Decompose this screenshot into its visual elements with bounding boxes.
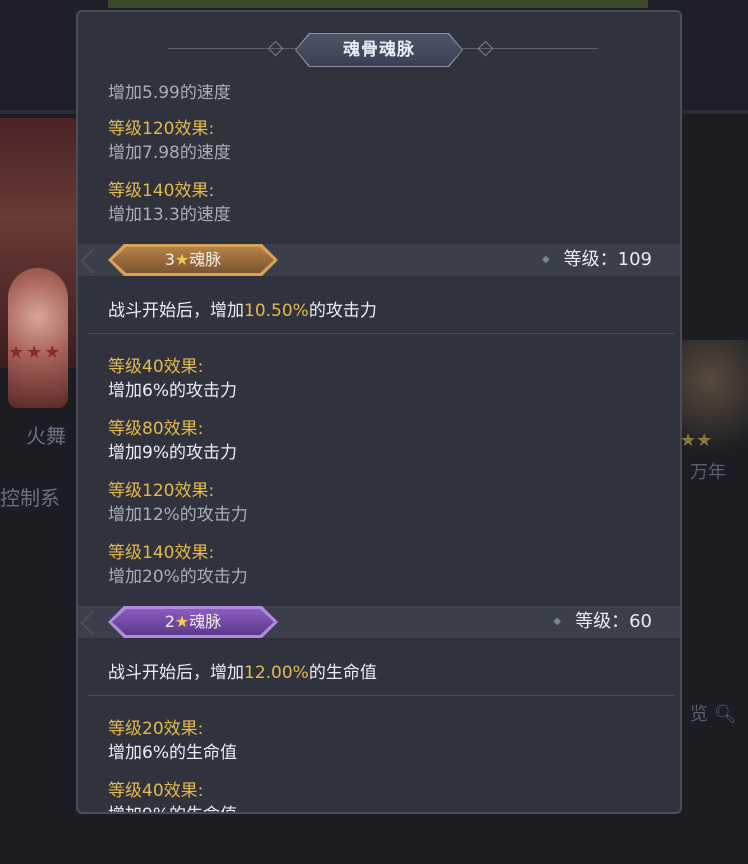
hero-portrait-image — [8, 268, 68, 408]
vein-effect-desc: 增加6%的攻击力 — [108, 381, 237, 401]
vein-level-text: 等级：109 — [563, 249, 652, 270]
soul-bone-vein-panel: 魂骨魂脉 增加5.99的速度 等级120效果: 增加7.98的速度 等级140效… — [76, 10, 682, 814]
base-effect-value: 10.50% — [244, 301, 309, 321]
speed-effect-desc: 增加13.3的速度 — [108, 205, 231, 225]
vein-rank-number: 2 — [164, 612, 175, 631]
vein-effect-level: 等级140效果: — [108, 543, 215, 563]
divider — [88, 333, 674, 334]
hero-class: 控制系 — [0, 486, 60, 510]
vein-effect-desc: 增加12%的攻击力 — [108, 505, 248, 525]
base-effect-value: 12.00% — [244, 663, 309, 683]
vein-effect-desc: 增加9%的生命值 — [108, 800, 237, 812]
vein-header-bar: 2★魂脉 ◆ 等级：60 — [78, 606, 680, 638]
diamond-bullet-icon: ◆ — [553, 616, 562, 627]
vein-effect-level: 等级40效果: — [108, 781, 204, 801]
speed-effect-desc: 增加7.98的速度 — [108, 143, 231, 163]
vein-rank-badge: 2★魂脉 — [108, 606, 278, 638]
search-icon: 🔍︎ — [713, 704, 737, 725]
vein-level: ◆ 等级：60 — [553, 606, 652, 638]
base-effect-prefix: 战斗开始后，增加 — [108, 301, 244, 321]
background-top-strip — [108, 0, 648, 8]
star-icon: ★ — [174, 612, 190, 631]
vein-effect-level: 等级80效果: — [108, 419, 204, 439]
star-icon: ★ — [174, 250, 190, 269]
vein-header-bar: 3★魂脉 ◆ 等级：109 — [78, 244, 680, 276]
base-effect-prefix: 战斗开始后，增加 — [108, 663, 244, 683]
medal-year-label: 万年 — [690, 462, 726, 483]
header-diamond-left-icon — [267, 40, 284, 57]
speed-effect-level: 等级120效果: — [108, 119, 215, 139]
panel-header: 魂骨魂脉 — [78, 12, 680, 84]
vein-level-text: 等级：60 — [575, 611, 652, 632]
vein-effect-level: 等级40效果: — [108, 357, 204, 377]
preview-label: 览 — [690, 704, 708, 725]
vein-effect-desc: 增加6%的生命值 — [108, 743, 237, 763]
divider — [88, 695, 674, 696]
vein-effect-desc: 增加20%的攻击力 — [108, 567, 248, 587]
vein-name: 魂脉 — [189, 250, 222, 269]
speed-effect-level: 等级140效果: — [108, 181, 215, 201]
vein-effect-level: 等级120效果: — [108, 481, 215, 501]
hero-stars: ★★★ — [8, 342, 63, 363]
header-diamond-right-icon — [477, 40, 494, 57]
base-effect-suffix: 的生命值 — [308, 663, 377, 683]
vein-rank-badge: 3★魂脉 — [108, 244, 278, 276]
vein-rank-number: 3 — [164, 250, 175, 269]
chevron-left-icon — [80, 248, 106, 274]
panel-title: 魂骨魂脉 — [343, 40, 415, 60]
chevron-left-icon — [80, 610, 106, 636]
medal-stars: ★★ — [680, 430, 713, 451]
vein-base-effect: 战斗开始后，增加10.50%的攻击力 — [108, 296, 377, 321]
vein-base-effect: 战斗开始后，增加12.00%的生命值 — [108, 658, 377, 683]
vein-effect-desc: 增加9%的攻击力 — [108, 443, 237, 463]
vein-level: ◆ 等级：109 — [542, 244, 652, 276]
hero-card-portrait[interactable] — [0, 118, 78, 408]
vein-effect-level: 等级20效果: — [108, 719, 204, 739]
preview-search-button[interactable]: 览 🔍︎ — [690, 700, 737, 726]
vein-name: 魂脉 — [189, 612, 222, 631]
hero-name: 火舞 — [26, 424, 66, 448]
diamond-bullet-icon: ◆ — [541, 254, 550, 265]
base-effect-suffix: 的攻击力 — [308, 301, 377, 321]
panel-title-badge: 魂骨魂脉 — [295, 33, 463, 67]
